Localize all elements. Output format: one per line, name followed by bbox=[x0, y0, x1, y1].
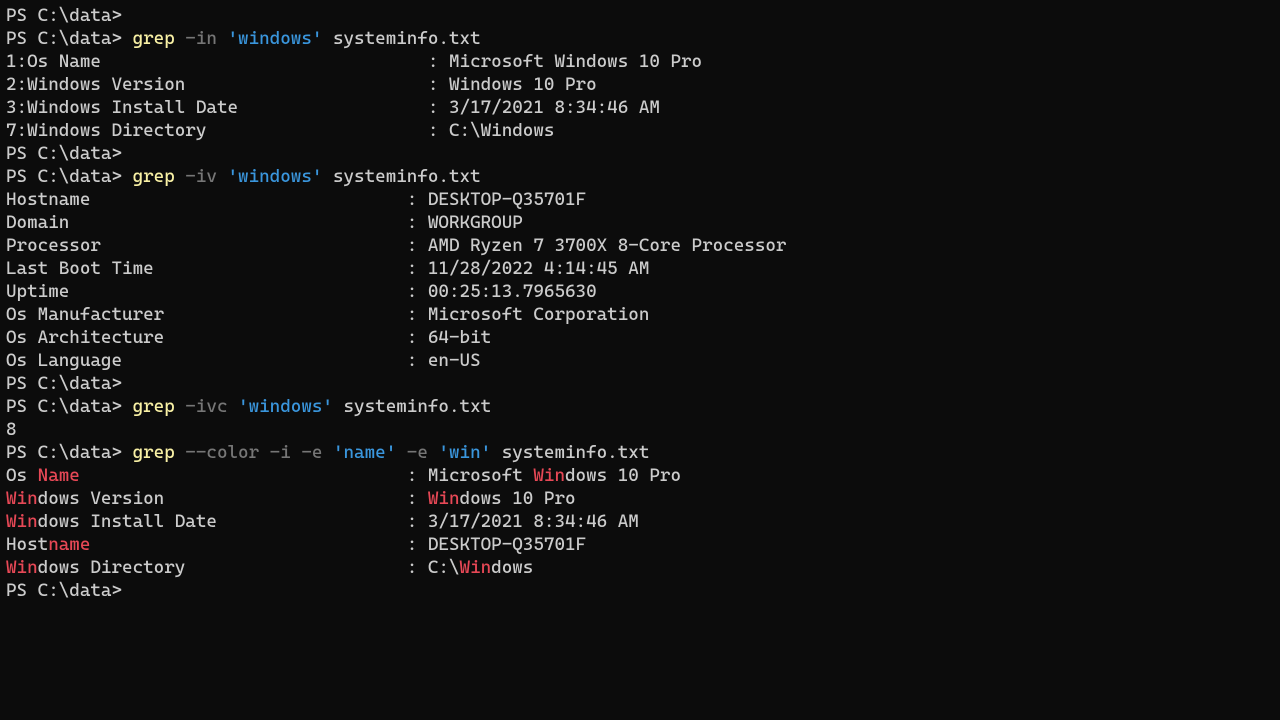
command-flag: --color bbox=[185, 442, 259, 463]
prompt-line: PS C:\data> bbox=[6, 4, 1274, 27]
output-text: dows Version : bbox=[38, 488, 428, 509]
command-string: 'windows' bbox=[238, 396, 333, 417]
command-flag: -iv bbox=[185, 166, 217, 187]
output-text: : DESKTOP-Q35701F bbox=[90, 534, 586, 555]
command-flag: -i bbox=[270, 442, 291, 463]
command-string: 'windows' bbox=[227, 28, 322, 49]
grep-match: name bbox=[48, 534, 90, 555]
prompt-text: PS C:\data> bbox=[6, 166, 122, 187]
output-text: Host bbox=[6, 534, 48, 555]
output-line: Os Language : en-US bbox=[6, 349, 1274, 372]
prompt-text: PS C:\data> bbox=[6, 373, 122, 394]
output-text: dows Install Date : 3/17/2021 8:34:46 AM bbox=[38, 511, 639, 532]
prompt-text: PS C:\data> bbox=[6, 143, 122, 164]
output-line: Last Boot Time : 11/28/2022 4:14:45 AM bbox=[6, 257, 1274, 280]
output-line: Windows Version : Windows 10 Pro bbox=[6, 487, 1274, 510]
command-line: PS C:\data> grep -iv 'windows' systeminf… bbox=[6, 165, 1274, 188]
powershell-terminal[interactable]: PS C:\data>PS C:\data> grep -in 'windows… bbox=[0, 0, 1280, 606]
output-line: Os Name : Microsoft Windows 10 Pro bbox=[6, 464, 1274, 487]
output-line: Windows Directory : C:\Windows bbox=[6, 556, 1274, 579]
output-line: Uptime : 00:25:13.7965630 bbox=[6, 280, 1274, 303]
command-flag: -e bbox=[407, 442, 428, 463]
grep-match: Win bbox=[533, 465, 565, 486]
command-line: PS C:\data> grep --color -i -e 'name' -e… bbox=[6, 441, 1274, 464]
output-text: : Microsoft bbox=[80, 465, 534, 486]
output-line: 7:Windows Directory : C:\Windows bbox=[6, 119, 1274, 142]
output-text: Os bbox=[6, 465, 38, 486]
command-name: grep bbox=[133, 28, 175, 49]
command-arg: systeminfo.txt bbox=[333, 28, 481, 49]
output-text: dows Directory : C:\ bbox=[38, 557, 460, 578]
output-text: dows 10 Pro bbox=[565, 465, 681, 486]
grep-match: Win bbox=[428, 488, 460, 509]
prompt-text: PS C:\data> bbox=[6, 580, 122, 601]
output-line: 3:Windows Install Date : 3/17/2021 8:34:… bbox=[6, 96, 1274, 119]
output-line: Windows Install Date : 3/17/2021 8:34:46… bbox=[6, 510, 1274, 533]
command-flag: -in bbox=[185, 28, 217, 49]
grep-match: Name bbox=[38, 465, 80, 486]
command-arg: systeminfo.txt bbox=[502, 442, 650, 463]
prompt-text: PS C:\data> bbox=[6, 442, 122, 463]
command-name: grep bbox=[133, 166, 175, 187]
command-arg: systeminfo.txt bbox=[344, 396, 492, 417]
command-name: grep bbox=[133, 442, 175, 463]
output-line: Os Architecture : 64-bit bbox=[6, 326, 1274, 349]
grep-match: Win bbox=[6, 557, 38, 578]
output-line: Hostname : DESKTOP-Q35701F bbox=[6, 188, 1274, 211]
grep-match: Win bbox=[460, 557, 492, 578]
output-line: 2:Windows Version : Windows 10 Pro bbox=[6, 73, 1274, 96]
command-flag: -e bbox=[301, 442, 322, 463]
command-arg: systeminfo.txt bbox=[333, 166, 481, 187]
output-text: dows 10 Pro bbox=[460, 488, 576, 509]
command-line: PS C:\data> grep -in 'windows' systeminf… bbox=[6, 27, 1274, 50]
output-line: Processor : AMD Ryzen 7 3700X 8-Core Pro… bbox=[6, 234, 1274, 257]
prompt-text: PS C:\data> bbox=[6, 5, 122, 26]
command-line: PS C:\data> grep -ivc 'windows' systemin… bbox=[6, 395, 1274, 418]
command-flag: -ivc bbox=[185, 396, 227, 417]
output-line: Os Manufacturer : Microsoft Corporation bbox=[6, 303, 1274, 326]
output-line: Hostname : DESKTOP-Q35701F bbox=[6, 533, 1274, 556]
output-text: dows bbox=[491, 557, 533, 578]
grep-match: Win bbox=[6, 511, 38, 532]
prompt-text: PS C:\data> bbox=[6, 396, 122, 417]
prompt-line: PS C:\data> bbox=[6, 372, 1274, 395]
grep-match: Win bbox=[6, 488, 38, 509]
output-line: Domain : WORKGROUP bbox=[6, 211, 1274, 234]
output-line: 8 bbox=[6, 418, 1274, 441]
command-string: 'name' bbox=[333, 442, 396, 463]
prompt-line: PS C:\data> bbox=[6, 142, 1274, 165]
prompt-line: PS C:\data> bbox=[6, 579, 1274, 602]
command-string: 'windows' bbox=[227, 166, 322, 187]
command-name: grep bbox=[133, 396, 175, 417]
command-string: 'win' bbox=[438, 442, 491, 463]
prompt-text: PS C:\data> bbox=[6, 28, 122, 49]
output-line: 1:Os Name : Microsoft Windows 10 Pro bbox=[6, 50, 1274, 73]
